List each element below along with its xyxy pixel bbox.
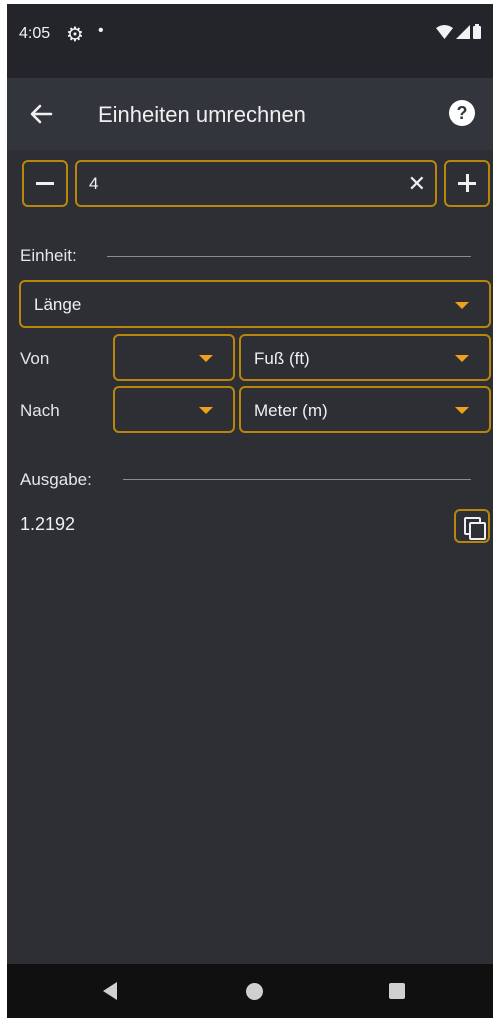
to-prefix-select[interactable]	[113, 386, 235, 433]
page-title: Einheiten umrechnen	[98, 102, 306, 127]
to-unit-select[interactable]: Meter (m)	[239, 386, 491, 433]
minus-icon	[36, 182, 54, 185]
arrow-back-icon	[30, 104, 53, 124]
phone-screen: 4:05 ⚙ • Einheiten umrechnen ? 4 ✕ Einhe…	[7, 4, 493, 1018]
status-icons	[436, 24, 481, 39]
output-value: 1.2192	[20, 514, 76, 534]
value-input-text: 4	[89, 174, 99, 193]
status-time: 4:05	[19, 25, 51, 42]
system-nav-bar	[7, 964, 493, 1018]
signal-icon	[456, 24, 470, 39]
increment-button[interactable]	[444, 160, 490, 207]
output-section-divider	[123, 479, 471, 480]
status-bar: 4:05 ⚙ •	[7, 4, 493, 78]
dropdown-arrow-icon	[455, 355, 469, 362]
from-prefix-select[interactable]	[113, 334, 235, 381]
from-unit-select[interactable]: Fuß (ft)	[239, 334, 491, 381]
output-section-label: Ausgabe:	[20, 470, 92, 489]
back-button[interactable]	[25, 98, 57, 130]
settings-notification-icon: ⚙	[66, 24, 84, 46]
to-label: Nach	[20, 401, 60, 420]
dropdown-arrow-icon	[199, 355, 213, 362]
clear-icon[interactable]: ✕	[408, 171, 426, 197]
to-unit-value: Meter (m)	[254, 401, 328, 420]
nav-recents-icon[interactable]	[389, 983, 405, 999]
value-input[interactable]: 4 ✕	[75, 160, 437, 207]
from-label: Von	[20, 349, 50, 368]
unit-section-label: Einheit:	[20, 246, 77, 265]
from-unit-value: Fuß (ft)	[254, 349, 310, 368]
dropdown-arrow-icon	[455, 302, 469, 309]
category-select[interactable]: Länge	[19, 280, 491, 328]
category-select-value: Länge	[34, 295, 82, 314]
nav-back-icon[interactable]	[103, 982, 117, 1000]
battery-icon	[473, 24, 481, 39]
help-icon[interactable]: ?	[449, 100, 475, 126]
copy-button[interactable]	[454, 509, 490, 543]
decrement-button[interactable]	[22, 160, 68, 207]
wifi-icon	[436, 24, 453, 39]
notification-dot-icon: •	[98, 22, 104, 39]
app-bar: Einheiten umrechnen ?	[7, 78, 493, 150]
unit-section-divider	[107, 256, 471, 257]
nav-home-icon[interactable]	[246, 983, 263, 1000]
dropdown-arrow-icon	[455, 407, 469, 414]
dropdown-arrow-icon	[199, 407, 213, 414]
